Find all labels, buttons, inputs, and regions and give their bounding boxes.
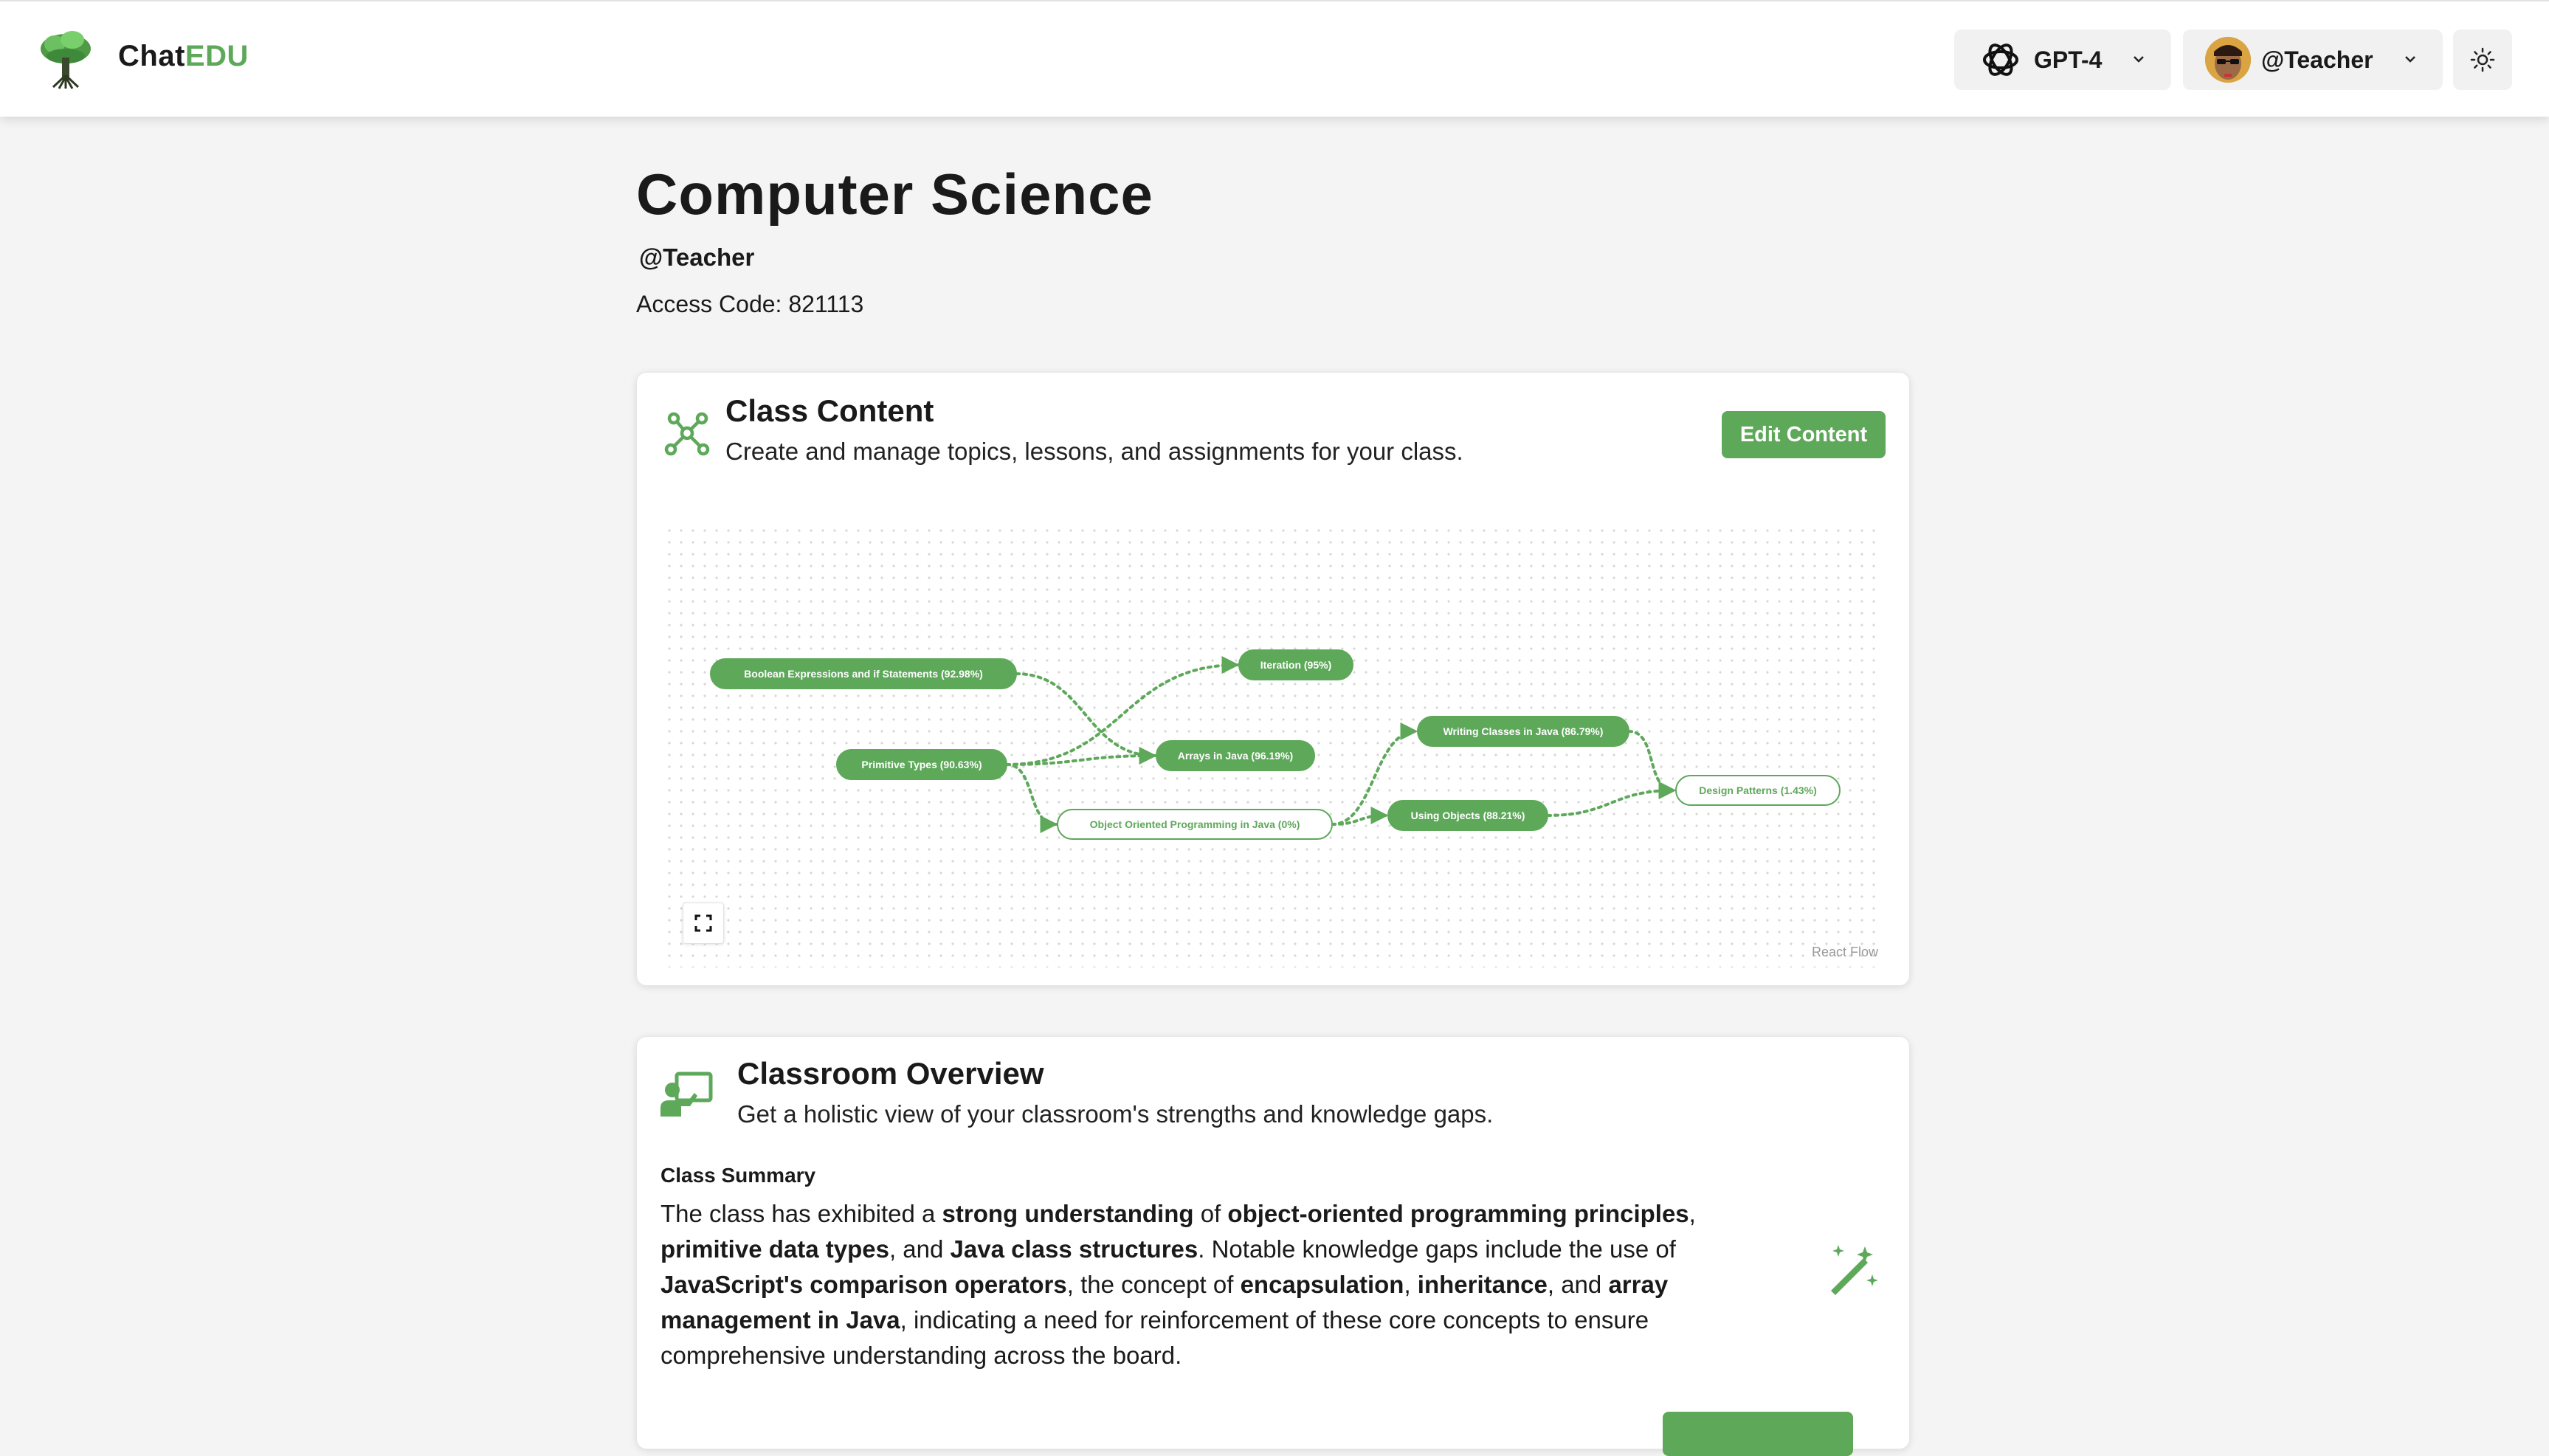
topic-node-using[interactable]: Using Objects (88.21%) <box>1387 800 1548 831</box>
topic-node-label: Primitive Types (90.63%) <box>861 759 982 770</box>
app-brand[interactable]: ChatEDU <box>118 40 249 73</box>
topic-node-label: Object Oriented Programming in Java (0%) <box>1090 818 1300 830</box>
summary-segment: , <box>1404 1271 1418 1298</box>
class-content-card: Class Content Create and manage topics, … <box>636 372 1910 986</box>
class-summary-label: Class Summary <box>660 1164 816 1187</box>
model-label: GPT-4 <box>2034 46 2103 73</box>
class-content-subtitle: Create and manage topics, lessons, and a… <box>725 438 1463 465</box>
avatar <box>2205 37 2251 83</box>
topic-node-design[interactable]: Design Patterns (1.43%) <box>1675 775 1841 806</box>
flow-edge-using-design[interactable] <box>1546 782 1677 817</box>
topic-node-label: Design Patterns (1.43%) <box>1699 784 1817 796</box>
react-flow-attribution[interactable]: React Flow <box>1812 945 1878 960</box>
summary-highlight: primitive data types <box>660 1235 889 1263</box>
tree-logo-icon[interactable] <box>34 28 97 90</box>
chevron-down-icon <box>2405 56 2415 63</box>
flow-edge-prim-oop[interactable] <box>1005 763 1058 833</box>
summary-segment: . Notable knowledge gaps include the use… <box>1198 1235 1676 1263</box>
page-title: Computer Science <box>636 162 1153 227</box>
overview-subtitle: Get a holistic view of your classroom's … <box>737 1100 1494 1128</box>
topic-node-iter[interactable]: Iteration (95%) <box>1238 649 1353 680</box>
summary-segment: The class has exhibited a <box>660 1200 942 1227</box>
summary-highlight: inheritance <box>1417 1271 1548 1298</box>
topic-node-arr[interactable]: Arrays in Java (96.19%) <box>1156 740 1315 771</box>
fit-view-button[interactable] <box>683 903 724 944</box>
brand-prefix: Chat <box>118 40 185 72</box>
class-summary-text: The class has exhibited a strong underst… <box>660 1196 1723 1373</box>
summary-segment: of <box>1193 1200 1228 1227</box>
openai-icon <box>1983 44 2018 76</box>
topic-node-prim[interactable]: Primitive Types (90.63%) <box>836 749 1007 780</box>
summary-segment: , and <box>889 1235 951 1263</box>
model-selector-button[interactable]: GPT-4 <box>1954 30 2171 90</box>
classroom-overview-card: Classroom Overview Get a holistic view o… <box>636 1036 1910 1456</box>
topic-node-write[interactable]: Writing Classes in Java (86.79%) <box>1417 716 1629 747</box>
user-label: @Teacher <box>2261 46 2373 73</box>
top-navigation-bar: ChatEDU GPT-4 @Teacher <box>0 0 2549 117</box>
class-owner: @Teacher <box>639 244 755 271</box>
sun-icon <box>2470 47 2495 72</box>
edit-content-button[interactable]: Edit Content <box>1722 411 1886 458</box>
user-menu-button[interactable]: @Teacher <box>2183 30 2443 90</box>
access-code: Access Code: 821113 <box>636 291 864 317</box>
topic-node-oop[interactable]: Object Oriented Programming in Java (0%) <box>1057 809 1333 840</box>
teacher-presentation-icon <box>660 1072 713 1117</box>
brand-suffix: EDU <box>184 40 249 72</box>
flow-edge-write-design[interactable] <box>1627 730 1677 799</box>
class-content-title: Class Content <box>725 393 934 428</box>
topic-node-label: Using Objects (88.21%) <box>1411 810 1525 821</box>
topic-node-label: Writing Classes in Java (86.79%) <box>1443 725 1604 737</box>
topic-flow-canvas[interactable]: Boolean Expressions and if Statements (9… <box>663 525 1881 967</box>
topic-node-label: Boolean Expressions and if Statements (9… <box>744 668 983 680</box>
avatar-face-icon <box>2205 37 2251 83</box>
summary-highlight: strong understanding <box>942 1200 1194 1227</box>
summary-highlight: JavaScript's comparison operators <box>660 1271 1067 1298</box>
flow-edge-oop-using[interactable] <box>1331 807 1389 826</box>
chevron-down-icon <box>2134 56 2144 63</box>
expand-icon <box>694 914 712 932</box>
summary-segment: , and <box>1547 1271 1609 1298</box>
summary-highlight: encapsulation <box>1240 1271 1404 1298</box>
theme-toggle-button[interactable] <box>2453 30 2512 90</box>
summary-segment: , <box>1689 1200 1696 1227</box>
topic-flow-graph[interactable]: Boolean Expressions and if Statements (9… <box>663 525 1881 967</box>
topic-node-label: Iteration (95%) <box>1260 659 1331 671</box>
topic-node-bool[interactable]: Boolean Expressions and if Statements (9… <box>710 658 1017 689</box>
topic-node-label: Arrays in Java (96.19%) <box>1178 750 1293 762</box>
generate-summary-button[interactable] <box>1663 1412 1853 1456</box>
summary-highlight: Java class structures <box>950 1235 1198 1263</box>
summary-segment: , the concept of <box>1066 1271 1241 1298</box>
summary-highlight: object-oriented programming principles <box>1227 1200 1689 1227</box>
magic-wand-icon[interactable] <box>1825 1242 1881 1298</box>
graph-nodes-icon <box>664 412 710 456</box>
flow-edge-prim-arr[interactable] <box>1005 747 1157 766</box>
overview-title: Classroom Overview <box>737 1056 1044 1091</box>
